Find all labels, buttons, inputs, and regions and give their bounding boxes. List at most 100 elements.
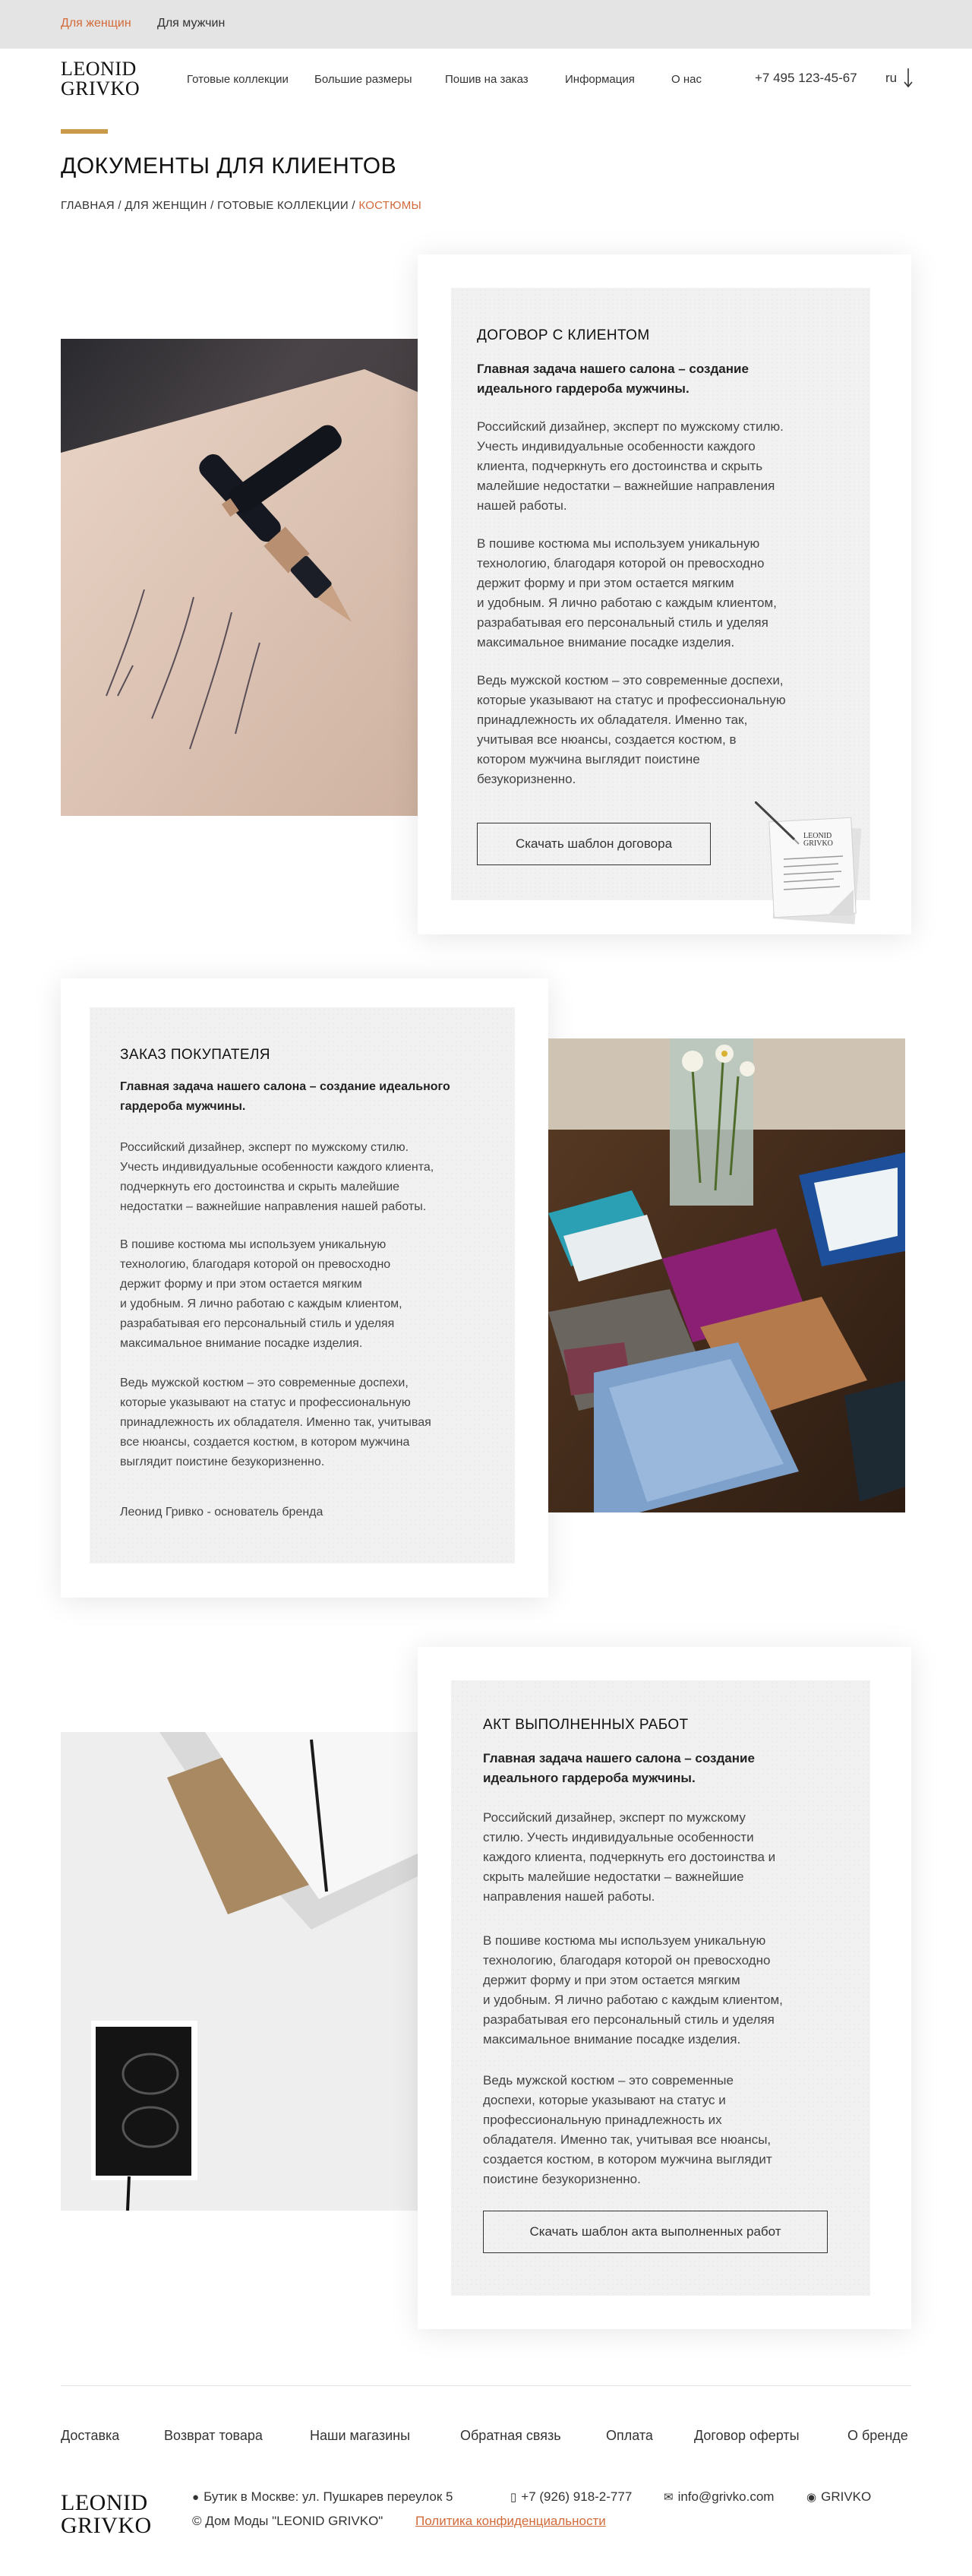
breadcrumb-separator: /: [352, 199, 355, 212]
section-paragraph: Ведь мужской костюм – это современные до…: [120, 1373, 431, 1472]
para-line: недостатки – важнейшие направления нашей…: [120, 1200, 427, 1213]
order-paper: ЗАКАЗ ПОКУПАТЕЛЯ Главная задача нашего с…: [90, 1007, 515, 1563]
footer-brand-text: GRIVKO: [821, 2489, 872, 2504]
section-paragraph: В пошиве костюма мы используем уникальну…: [477, 534, 777, 653]
notebook-pen-photo: [61, 1732, 418, 2211]
nav-about[interactable]: О нас: [671, 73, 702, 86]
privacy-policy-link[interactable]: Политика конфиденциальности: [415, 2514, 606, 2529]
section-title: ЗАКАЗ ПОКУПАТЕЛЯ: [120, 1047, 270, 1063]
section-title: ДОГОВОР С КЛИЕНТОМ: [477, 327, 650, 343]
breadcrumb-women[interactable]: ДЛЯ ЖЕНЩИН: [125, 199, 207, 212]
lead-line: гардероба мужчины.: [120, 1100, 246, 1113]
logo-line-2: GRIVKO: [61, 2513, 152, 2538]
tab-men[interactable]: Для мужчин: [157, 17, 225, 30]
para-line: безукоризненно.: [477, 772, 576, 786]
section-lead: Главная задача нашего салона – создание …: [120, 1077, 450, 1117]
para-line: поистине безукоризненно.: [483, 2172, 641, 2186]
para-line: и удобным. Я лично работаю с каждым клие…: [120, 1297, 402, 1310]
download-contract-button[interactable]: Скачать шаблон договора: [477, 823, 711, 865]
section-lead: Главная задача нашего салона – создание …: [477, 359, 749, 399]
title-accent-line: [61, 129, 108, 134]
para-line: которые указывают на статус и профессион…: [120, 1396, 411, 1409]
footer-link-returns[interactable]: Возврат товара: [164, 2428, 263, 2444]
nav-custom-tailoring[interactable]: Пошив на заказ: [445, 73, 529, 86]
para-line: каждого клиента, подчеркнуть его достоин…: [483, 1850, 776, 1864]
footer-divider: [61, 2385, 911, 2386]
pen-letter-photo: [61, 339, 418, 816]
location-pin-icon: ●: [192, 2491, 200, 2504]
para-line: В пошиве костюма мы используем уникальну…: [120, 1238, 387, 1251]
para-line: максимальное внимание посадке изделия.: [483, 2032, 741, 2047]
logo[interactable]: LEONID GRIVKO: [61, 59, 140, 99]
para-line: технологию, благодаря которой он превосх…: [477, 556, 765, 571]
para-line: Российский дизайнер, эксперт по мужскому…: [120, 1141, 409, 1154]
breadcrumb-current: КОСТЮМЫ: [358, 199, 422, 212]
section-paragraph: Российский дизайнер, эксперт по мужскому…: [120, 1138, 434, 1217]
para-line: профессиональную принадлежность их: [483, 2113, 722, 2127]
nav-big-sizes[interactable]: Большие размеры: [314, 73, 412, 86]
brand-circle-icon: ◉: [806, 2491, 817, 2504]
footer-link-offer[interactable]: Договор оферты: [694, 2428, 800, 2444]
footer-phone-text: +7 (926) 918-2-777: [521, 2489, 633, 2504]
para-line: держит форму и при этом остается мягким: [477, 576, 734, 590]
footer-email[interactable]: ✉ info@grivko.com: [664, 2489, 774, 2505]
para-line: котором мужчина выглядит поистине: [477, 752, 700, 766]
arrow-down-icon[interactable]: [902, 67, 914, 88]
breadcrumb-collections[interactable]: ГОТОВЫЕ КОЛЛЕКЦИИ: [217, 199, 349, 212]
lead-line: Главная задача нашего салона – создание …: [120, 1080, 450, 1093]
para-line: держит форму и при этом остается мягким: [483, 1973, 740, 1987]
header-phone[interactable]: +7 495 123-45-67: [755, 71, 857, 86]
para-line: нашей работы.: [477, 498, 567, 513]
breadcrumb-home[interactable]: ГЛАВНАЯ: [61, 199, 115, 212]
fabric-swatches-photo: [548, 1038, 905, 1512]
footer-link-payment[interactable]: Оплата: [606, 2428, 653, 2444]
footer-brand-link[interactable]: ◉ GRIVKO: [806, 2489, 871, 2505]
para-line: и удобным. Я лично работаю с каждым клие…: [477, 596, 777, 610]
para-line: доспехи, которые указывают на статус и: [483, 2093, 726, 2107]
lead-line: идеального гардероба мужчины.: [477, 381, 690, 396]
para-line: клиента, подчеркнуть его достоинства и с…: [477, 459, 763, 473]
footer-link-brand[interactable]: О бренде: [847, 2428, 908, 2444]
footer-phone[interactable]: ▯ +7 (926) 918-2-777: [510, 2489, 632, 2505]
order-section-card: ЗАКАЗ ПОКУПАТЕЛЯ Главная задача нашего с…: [61, 978, 548, 1598]
address-text: Бутик в Москве: ул. Пушкарев переулок 5: [204, 2489, 453, 2504]
logo-line-2: GRIVKO: [61, 77, 140, 100]
section-paragraph: Ведь мужской костюм – это современные до…: [477, 671, 786, 789]
copyright: © Дом Моды "LEONID GRIVKO": [192, 2514, 383, 2528]
section-paragraph: В пошиве костюма мы используем уникальну…: [483, 1931, 783, 2050]
para-line: подчеркнуть его достоинства и скрыть мал…: [120, 1181, 400, 1193]
contract-section-card: ДОГОВОР С КЛИЕНТОМ Главная задача нашего…: [418, 254, 911, 934]
para-line: учитывая все нюансы, создается костюм, в: [477, 732, 737, 747]
lead-line: идеального гардероба мужчины.: [483, 1771, 696, 1785]
footer-logo[interactable]: LEONID GRIVKO: [61, 2492, 152, 2537]
footer-address: ● Бутик в Москве: ул. Пушкарев переулок 5: [192, 2489, 453, 2505]
footer-link-stores[interactable]: Наши магазины: [310, 2428, 410, 2444]
gender-topbar: Для женщин Для мужчин: [0, 0, 972, 49]
tab-women[interactable]: Для женщин: [61, 17, 131, 30]
para-line: принадлежность их обладателя. Именно так…: [477, 713, 748, 727]
nav-ready-collections[interactable]: Готовые коллекции: [187, 73, 289, 86]
para-line: которые указывают на статус и профессион…: [477, 693, 786, 707]
language-switch[interactable]: ru: [885, 71, 897, 86]
footer-link-delivery[interactable]: Доставка: [61, 2428, 119, 2444]
para-line: максимальное внимание посадке изделия.: [477, 635, 735, 650]
breadcrumb-separator: /: [210, 199, 214, 212]
nav-information[interactable]: Информация: [565, 73, 635, 86]
para-line: скрыть малейшие недостатки – важнейшие: [483, 1870, 744, 1884]
para-line: Учесть индивидуальные особенности каждог…: [477, 439, 756, 454]
para-line: Российский дизайнер, эксперт по мужскому…: [477, 419, 784, 434]
para-line: Учесть индивидуальные особенности каждог…: [120, 1161, 434, 1174]
section-title: АКТ ВЫПОЛНЕННЫХ РАБОТ: [483, 1717, 689, 1733]
footer-link-feedback[interactable]: Обратная связь: [460, 2428, 561, 2444]
section-paragraph: Ведь мужской костюм – это современные до…: [483, 2071, 772, 2189]
para-line: стилю. Учесть индивидуальные особенности: [483, 1830, 754, 1844]
download-act-button[interactable]: Скачать шаблон акта выполненных работ: [483, 2211, 828, 2253]
para-line: Российский дизайнер, эксперт по мужскому: [483, 1810, 746, 1825]
page-title: ДОКУМЕНТЫ ДЛЯ КЛИЕНТОВ: [61, 153, 397, 179]
section-paragraph: Российский дизайнер, эксперт по мужскому…: [477, 417, 784, 516]
document-illustration: LEONID GRIVKO: [755, 801, 862, 925]
logo-line-1: LEONID: [61, 58, 137, 80]
contract-paper: ДОГОВОР С КЛИЕНТОМ Главная задача нашего…: [451, 288, 870, 925]
act-section-card: АКТ ВЫПОЛНЕННЫХ РАБОТ Главная задача наш…: [418, 1647, 911, 2329]
logo-line-1: LEONID: [61, 2490, 148, 2515]
